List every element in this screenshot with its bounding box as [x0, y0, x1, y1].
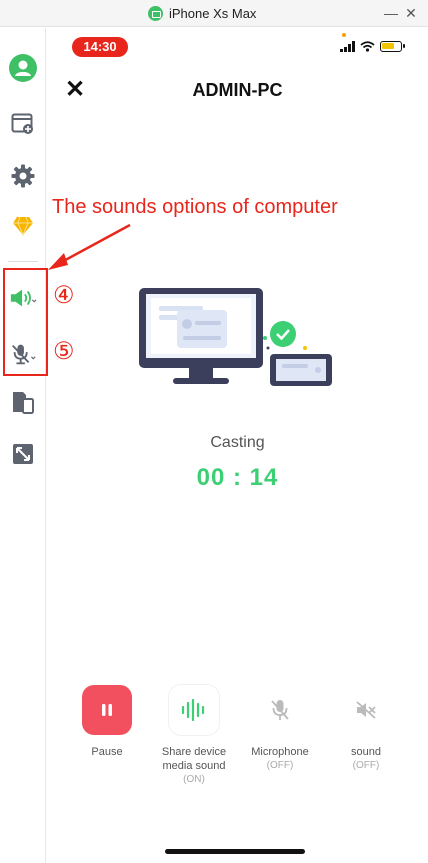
sound-button[interactable]: [341, 685, 391, 735]
share-media-sound-button[interactable]: [169, 685, 219, 735]
microphone-muted-icon: [271, 700, 289, 720]
wifi-icon: [360, 41, 375, 52]
page-title: ADMIN-PC: [192, 80, 283, 100]
pause-control[interactable]: Pause: [57, 685, 157, 759]
microphone-status: (OFF): [266, 760, 294, 771]
microphone-control[interactable]: Microphone (OFF): [230, 685, 330, 772]
device-share-icon: [13, 392, 34, 414]
window-title: iPhone Xs Max: [169, 6, 257, 21]
microphone-button[interactable]: [255, 685, 305, 735]
speaker-muted-icon: [356, 701, 376, 719]
window-titlebar: iPhone Xs Max — ✕: [0, 0, 428, 27]
share-media-sound-label-line1: Share device: [161, 746, 227, 758]
pause-button[interactable]: [82, 685, 132, 735]
user-avatar-icon: [9, 54, 37, 82]
share-media-sound-control[interactable]: Share device media sound (ON): [144, 685, 244, 786]
casting-timer: 00 : 14: [196, 464, 279, 491]
app-logo-icon: [148, 6, 163, 21]
sound-wave-icon: [181, 698, 205, 722]
sidebar-divider: [8, 261, 38, 262]
share-media-sound-label: Share device media sound: [144, 745, 244, 773]
sidebar-item-fullscreen[interactable]: [9, 440, 37, 468]
share-media-sound-label-line2: media sound: [162, 760, 226, 772]
sound-options-highlight: [3, 268, 48, 376]
sound-label: sound: [351, 746, 381, 758]
home-indicator[interactable]: [165, 849, 305, 854]
sidebar-item-screen-share[interactable]: [9, 388, 37, 416]
casting-label: Casting: [210, 434, 265, 451]
diamond-icon: [13, 216, 33, 236]
status-icons: [340, 41, 405, 52]
microphone-label: Microphone: [251, 746, 309, 758]
recording-indicator: [342, 33, 346, 37]
pause-label: Pause: [91, 746, 123, 758]
window-title-group: iPhone Xs Max: [148, 4, 256, 23]
gear-icon: [11, 164, 35, 188]
sidebar-item-profile[interactable]: [9, 54, 37, 82]
sidebar-item-settings[interactable]: [9, 162, 37, 190]
share-media-sound-status: (ON): [183, 774, 205, 785]
battery-icon: [380, 41, 405, 52]
minimize-button[interactable]: —: [384, 5, 398, 21]
casting-illustration: [139, 288, 332, 386]
sound-status: (OFF): [352, 760, 380, 771]
status-time: 14:30: [72, 37, 128, 57]
expand-icon: [13, 444, 33, 464]
close-window-button[interactable]: ✕: [404, 5, 418, 21]
signal-icon: [340, 41, 355, 52]
sidebar: [0, 28, 46, 863]
sidebar-item-add-window[interactable]: [9, 110, 37, 138]
window-add-icon: [11, 113, 33, 134]
sidebar-item-premium[interactable]: [9, 212, 37, 240]
sound-control[interactable]: sound (OFF): [316, 685, 416, 772]
phone-screen: 14:30 ✕ ADMIN-PC Casting 00: 14 Pause S…: [47, 28, 428, 863]
pause-icon: [102, 704, 112, 716]
